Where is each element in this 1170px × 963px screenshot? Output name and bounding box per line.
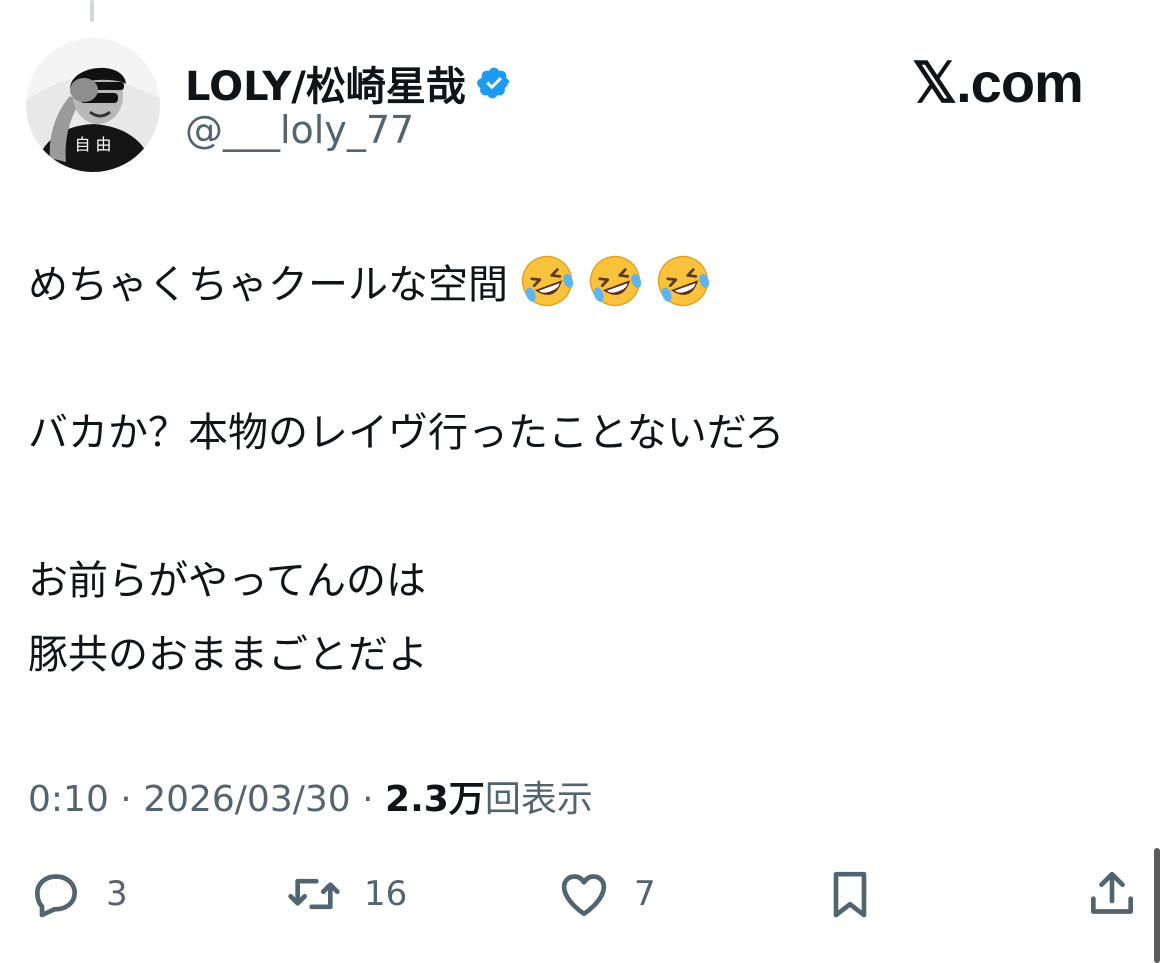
share-icon bbox=[1084, 866, 1140, 922]
like-button[interactable]: 7 bbox=[556, 866, 656, 922]
reply-button[interactable]: 3 bbox=[28, 866, 128, 922]
action-bar: 3 16 7 bbox=[0, 866, 1170, 930]
author-handle[interactable]: @___loly_77 bbox=[185, 108, 414, 152]
share-button[interactable] bbox=[1084, 866, 1140, 922]
tweet-line: お前らがやってんのは bbox=[28, 558, 426, 604]
like-count: 7 bbox=[634, 874, 656, 914]
tweet-line: バカか？本物のレイヴ行ったことないだろ bbox=[28, 410, 785, 456]
x-com-logo: 𝕏.com bbox=[912, 51, 1084, 114]
emoji-group bbox=[508, 255, 712, 308]
tweet-line-text: めちゃくちゃクールな空間 bbox=[28, 262, 508, 308]
author-display-name[interactable]: LOLY/松崎星哉 bbox=[185, 54, 466, 112]
tweet-time[interactable]: 0:10 bbox=[28, 779, 109, 820]
tweet-metadata: 0:10 · 2026/03/30 · 2.3万回表示 bbox=[28, 779, 593, 820]
tweet-line: 豚共のおままごとだよ bbox=[28, 632, 428, 678]
heart-icon bbox=[556, 866, 612, 922]
rolling-laughing-emoji-icon bbox=[518, 252, 576, 310]
tweet-date[interactable]: 2026/03/30 bbox=[143, 779, 351, 820]
view-label: 回表示 bbox=[484, 779, 593, 820]
reply-count: 3 bbox=[106, 874, 128, 914]
verified-badge-icon bbox=[476, 65, 512, 101]
rolling-laughing-emoji-icon bbox=[586, 252, 644, 310]
avatar[interactable]: 自 由 bbox=[26, 38, 160, 172]
thread-connector-line bbox=[90, 0, 94, 22]
view-count: 2.3万 bbox=[385, 779, 485, 820]
bookmark-button[interactable] bbox=[822, 866, 878, 922]
retweet-count: 16 bbox=[364, 874, 408, 914]
rolling-laughing-emoji-icon bbox=[654, 252, 712, 310]
avatar-shirt-text: 自 由 bbox=[74, 135, 111, 154]
tweet-line: めちゃくちゃクールな空間 bbox=[28, 248, 784, 322]
tweet-text: めちゃくちゃクールな空間 バカか？本物のレイヴ行ったことないだろ お前らがやって… bbox=[28, 248, 784, 692]
retweet-icon bbox=[286, 866, 342, 922]
retweet-button[interactable]: 16 bbox=[286, 866, 407, 922]
reply-icon bbox=[28, 866, 84, 922]
author-name-row[interactable]: LOLY/松崎星哉 bbox=[185, 54, 512, 112]
scrollbar[interactable] bbox=[1154, 848, 1160, 963]
bookmark-icon bbox=[822, 866, 878, 922]
